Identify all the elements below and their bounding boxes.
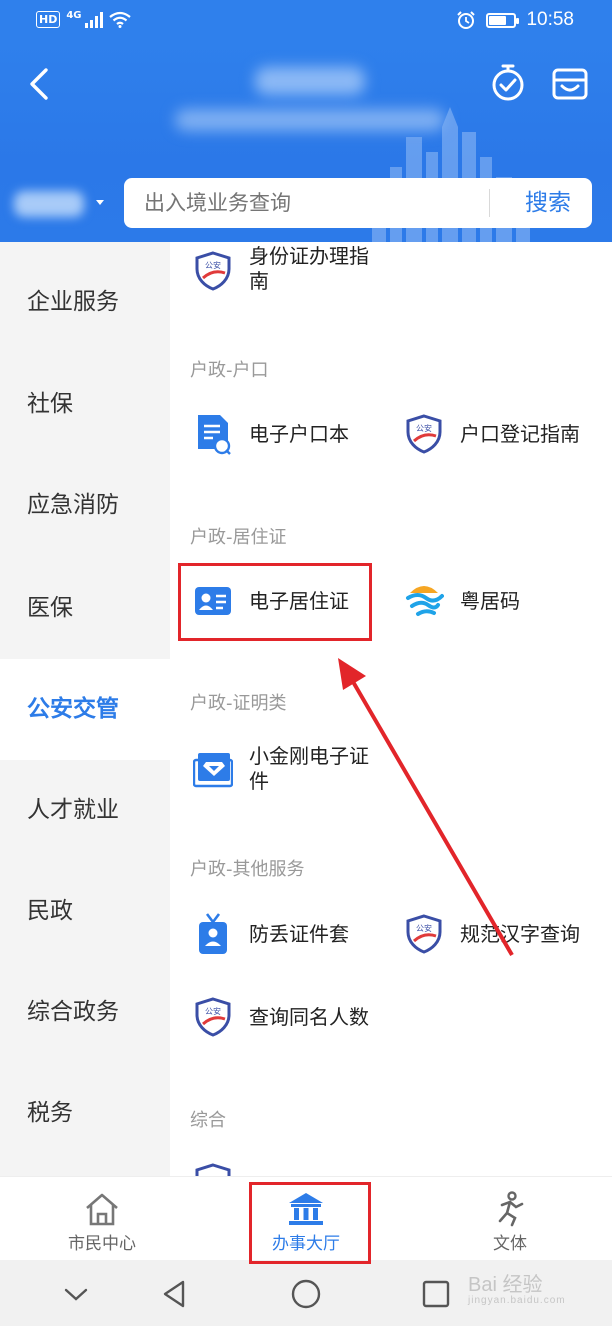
- signal-icon: [84, 11, 103, 28]
- sidebar-item-medical-insurance[interactable]: 医保: [0, 558, 170, 659]
- svg-text:公安: 公安: [205, 1006, 221, 1016]
- tab-label: 文体: [493, 1234, 527, 1254]
- service-household-guide[interactable]: 公安 户口登记指南: [403, 413, 580, 455]
- service-label: 规范汉字查询: [460, 921, 580, 946]
- svg-text:公安: 公安: [205, 260, 221, 270]
- police-badge-icon: 公安: [403, 913, 445, 955]
- service-label: 粤居码: [460, 588, 520, 613]
- tab-label: 市民中心: [68, 1234, 136, 1254]
- blurred-city-name: [14, 191, 84, 217]
- search-bar: 搜索: [124, 178, 592, 228]
- battery-icon: [486, 12, 520, 28]
- svg-text:公安: 公安: [416, 923, 432, 933]
- service-e-residence-permit[interactable]: 电子居住证: [192, 580, 349, 622]
- tab-culture-sports[interactable]: 文体: [408, 1177, 612, 1261]
- diamond-certificate-icon: [192, 748, 234, 790]
- wave-logo-icon: [403, 580, 445, 622]
- alarm-icon: [457, 11, 476, 29]
- badge-holder-icon: [192, 913, 234, 955]
- section-title-household: 户政-户口: [190, 360, 269, 381]
- blurred-title: [175, 57, 460, 142]
- sidebar-item-emergency-fire[interactable]: 应急消防: [0, 455, 170, 556]
- hide-keyboard-icon[interactable]: [56, 1274, 96, 1314]
- sidebar-item-civil-affairs[interactable]: 民政: [0, 861, 170, 962]
- service-label: 防丢证件套: [249, 921, 349, 946]
- section-title-residence-permit: 户政-居住证: [190, 527, 287, 548]
- dropdown-caret-icon: [96, 200, 104, 205]
- id-card-icon: [192, 580, 234, 622]
- category-sidebar: 企业服务 社保 应急消防 医保 公安交管 人才就业 民政 综合政务 税务: [0, 242, 170, 1176]
- hd-indicator: HD: [36, 11, 61, 28]
- sidebar-item-public-security[interactable]: 公安交管: [0, 659, 170, 760]
- service-xiaojingang-e-cert[interactable]: 小金刚电子证件: [192, 744, 392, 794]
- tab-label: 办事大厅: [272, 1234, 340, 1254]
- city-selector[interactable]: [14, 187, 110, 221]
- government-building-icon: [289, 1193, 323, 1225]
- running-person-icon: [498, 1191, 524, 1227]
- bottom-tab-bar: 市民中心 办事大厅 文体: [0, 1176, 612, 1260]
- sidebar-item-social-security[interactable]: 社保: [0, 354, 170, 455]
- watermark: Bai 经验 jingyan.baidu.com: [468, 1274, 566, 1306]
- search-button[interactable]: 搜索: [514, 178, 582, 228]
- app-screen: HD 4G 10:58 出入境业务查询 搜索 企业服务 社保 应急消防 医保 公…: [0, 0, 612, 1326]
- wifi-icon: [108, 11, 131, 28]
- recents-square-icon[interactable]: [416, 1274, 456, 1314]
- search-input[interactable]: [144, 178, 464, 228]
- header: 搜索: [0, 42, 612, 242]
- service-anti-loss-holder[interactable]: 防丢证件套: [192, 913, 349, 955]
- status-bar: HD 4G 10:58: [0, 0, 612, 42]
- network-type: 4G: [66, 10, 82, 21]
- service-id-card-guide[interactable]: 公安 身份证办理指南: [192, 244, 392, 294]
- back-triangle-icon[interactable]: [155, 1274, 195, 1314]
- service-same-name-count[interactable]: 公安 查询同名人数: [192, 996, 369, 1038]
- service-partial-item[interactable]: [192, 1162, 234, 1176]
- service-label: 电子户口本: [249, 421, 349, 446]
- service-label: 身份证办理指南: [249, 244, 369, 293]
- search-divider: [489, 189, 490, 217]
- service-label: 查询同名人数: [249, 1004, 369, 1029]
- svg-text:公安: 公安: [416, 423, 432, 433]
- service-e-household-register[interactable]: 电子户口本: [192, 413, 349, 455]
- police-badge-icon: 公安: [192, 250, 234, 292]
- tab-citizen-center[interactable]: 市民中心: [0, 1177, 204, 1261]
- service-label: 小金刚电子证件: [249, 744, 369, 793]
- sidebar-item-tax[interactable]: 税务: [0, 1063, 170, 1164]
- document-search-icon: [192, 413, 234, 455]
- section-title-certificates: 户政-证明类: [190, 693, 287, 714]
- sidebar-item-talent-employment[interactable]: 人才就业: [0, 760, 170, 861]
- stopwatch-icon[interactable]: [490, 62, 526, 102]
- service-label: 户口登记指南: [460, 421, 580, 446]
- section-title-other-services: 户政-其他服务: [190, 859, 305, 880]
- back-button[interactable]: [26, 64, 56, 104]
- home-circle-icon[interactable]: [286, 1274, 326, 1314]
- police-badge-icon: 公安: [192, 996, 234, 1038]
- service-list: 公安 身份证办理指南 户政-户口 电子户口本 公安 户口登记指南 户政-居住证 …: [170, 242, 612, 1176]
- service-yue-ju-code[interactable]: 粤居码: [403, 580, 520, 622]
- tab-service-hall[interactable]: 办事大厅: [204, 1177, 408, 1261]
- section-title-general: 综合: [190, 1110, 226, 1131]
- wallet-icon[interactable]: [550, 64, 590, 104]
- sidebar-item-general-affairs[interactable]: 综合政务: [0, 962, 170, 1063]
- service-label: 电子居住证: [249, 588, 349, 613]
- home-icon: [86, 1193, 118, 1226]
- police-badge-icon: [192, 1162, 234, 1176]
- sidebar-item-enterprise[interactable]: 企业服务: [0, 252, 170, 353]
- police-badge-icon: 公安: [403, 413, 445, 455]
- service-standard-chinese-query[interactable]: 公安 规范汉字查询: [403, 913, 580, 955]
- clock: 10:58: [526, 9, 574, 30]
